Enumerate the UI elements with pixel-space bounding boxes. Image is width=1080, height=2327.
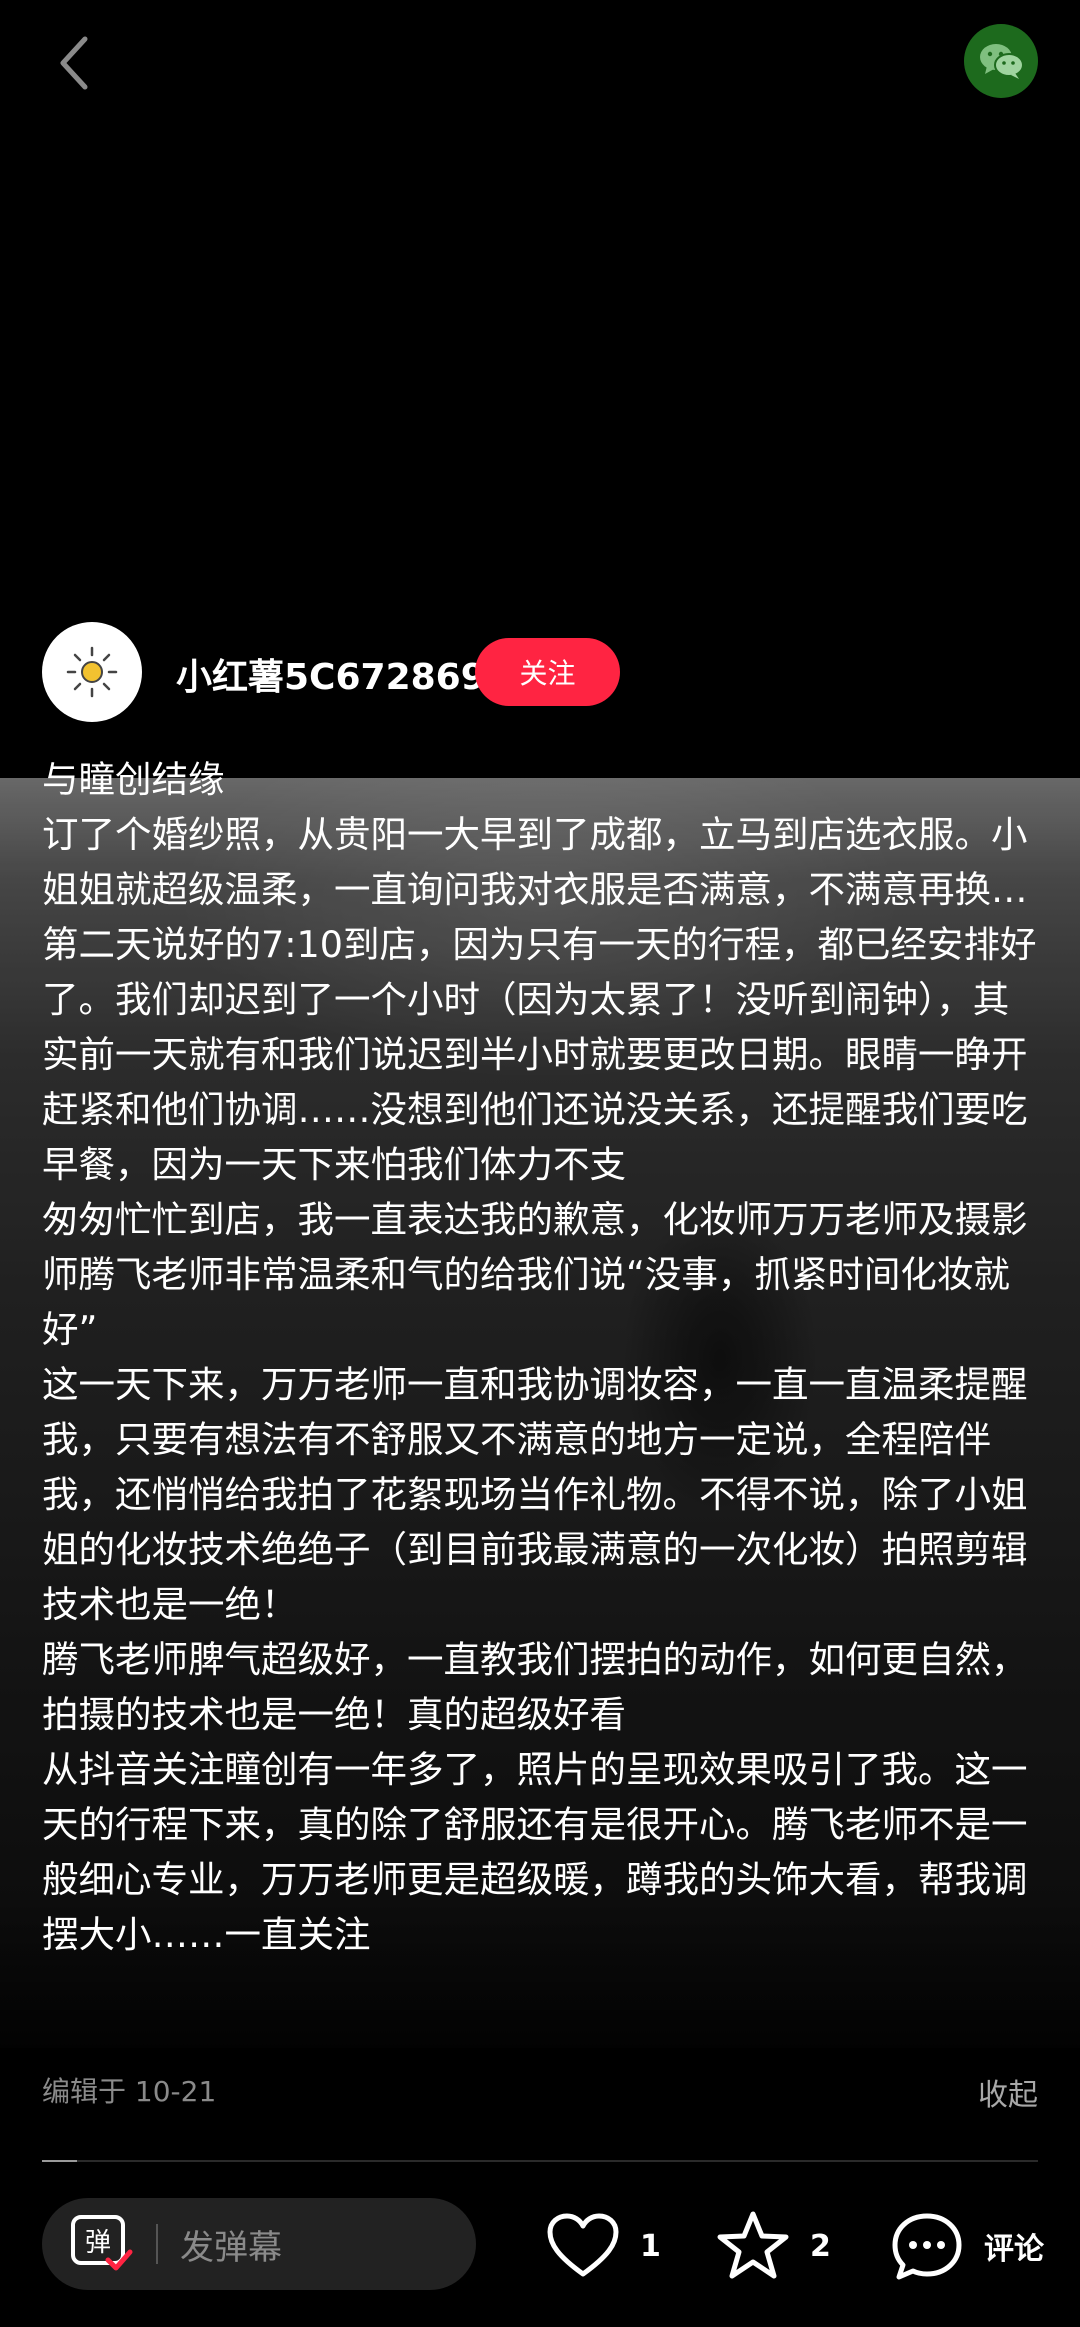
back-icon (60, 36, 88, 90)
post-body: 与瞳创结缘 订了个婚纱照，从贵阳一大早到了成都，立马到店选衣服。小姐姐就超级温柔… (42, 752, 1042, 2034)
danmaku-placeholder: 发弹幕 (180, 2227, 282, 2268)
post-paragraph: 这一天下来，万万老师一直和我协调妆容，一直一直温柔提醒我，只要有想法有不舒服又不… (42, 1363, 1028, 1626)
heart-icon (547, 2213, 619, 2277)
post-paragraph: 从抖音关注瞳创有一年多了，照片的呈现效果吸引了我。这一天的行程下来，真的除了舒服… (42, 1748, 1028, 1956)
post-paragraph: 腾飞老师脾气超级好，一直教我们摆拍的动作，如何更自然，拍摄的技术也是一绝！真的超… (42, 1638, 1028, 1736)
danmaku-icon-text: 弹 (85, 2228, 111, 2258)
collapse-button[interactable]: 收起 (978, 2070, 1038, 2114)
wechat-icon (980, 44, 1024, 79)
star-icon (717, 2211, 789, 2279)
media-progress-fill (42, 2160, 77, 2162)
danmaku-icon: 弹 (70, 2214, 134, 2274)
post-paragraph: 订了个婚纱照，从贵阳一大早到了成都，立马到店选衣服。小姐姐就超级温柔，一直询问我… (42, 813, 1028, 911)
wechat-share-button[interactable] (964, 24, 1038, 98)
comment-label: 评论 (984, 2232, 1044, 2267)
post-paragraph: 第二天说好的7:10到店，因为只有一天的行程，都已经安排好了。我们却迟到了一个小… (42, 923, 1037, 1186)
like-button[interactable]: 1 (546, 2204, 661, 2288)
star-count: 2 (810, 2228, 831, 2264)
danmaku-divider (156, 2224, 158, 2264)
author-avatar[interactable] (42, 622, 142, 722)
sun-avatar-icon (66, 646, 118, 698)
star-button[interactable]: 2 (716, 2204, 831, 2288)
danmaku-input[interactable]: 弹 发弹幕 (42, 2198, 476, 2290)
follow-button[interactable]: 关注 (475, 638, 620, 706)
comment-icon (892, 2213, 962, 2280)
back-button[interactable] (44, 28, 104, 98)
edited-date: 编辑于 10-21 (42, 2075, 217, 2108)
post-title: 与瞳创结缘 (42, 758, 225, 801)
media-progress-track[interactable] (42, 2160, 1038, 2162)
author-name[interactable]: 小红薯5C672869 (176, 648, 486, 700)
like-count: 1 (640, 2228, 661, 2264)
comment-button[interactable]: 评论 (890, 2204, 1044, 2288)
post-meta: 编辑于 10-21 收起 (42, 2070, 1038, 2114)
post-paragraph: 匆匆忙忙到店，我一直表达我的歉意，化妆师万万老师及摄影师腾飞老师非常温柔和气的给… (42, 1198, 1028, 1351)
